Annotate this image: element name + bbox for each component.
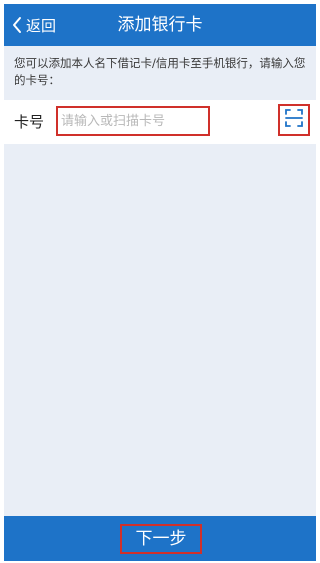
back-label: 返回 [26,16,57,35]
scan-icon [284,108,304,132]
card-number-input[interactable] [56,106,210,136]
card-number-label: 卡号 [14,113,45,131]
scan-card-button[interactable] [278,104,310,136]
chevron-left-icon [12,16,22,34]
next-step-button[interactable]: 下一步 [120,524,202,554]
header-bar: 添加银行卡 返回 [4,4,316,46]
card-number-row: 卡号 [4,100,316,144]
app-screen: 添加银行卡 返回 您可以添加本人名下借记卡/信用卡至手机银行，请输入您的卡号： … [4,4,316,561]
footer-bar: 下一步 [4,516,316,561]
back-button[interactable]: 返回 [12,4,56,46]
instruction-text: 您可以添加本人名下借记卡/信用卡至手机银行，请输入您的卡号： [14,56,306,87]
